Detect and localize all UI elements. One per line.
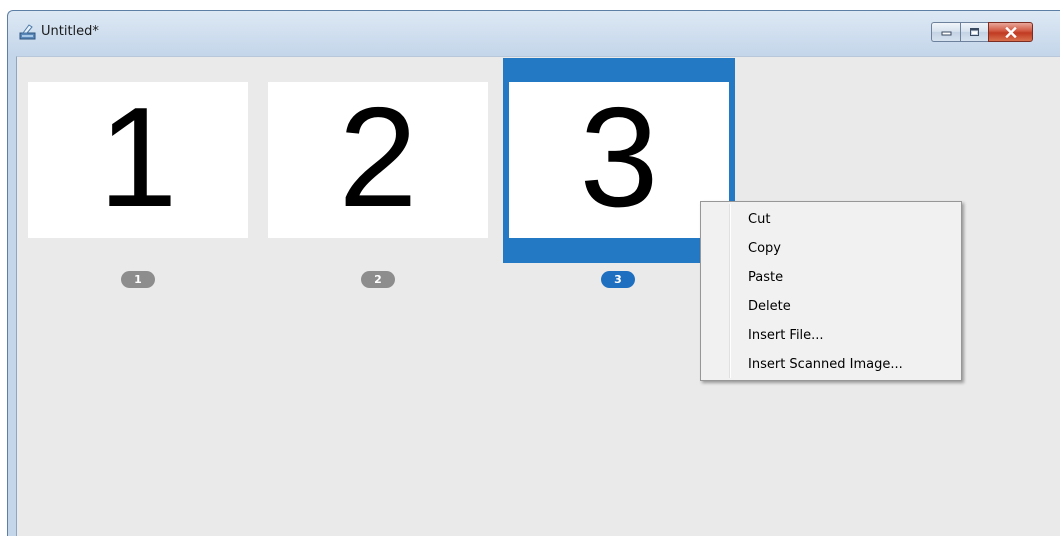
page-number-glyph: 2: [338, 78, 418, 237]
menu-item-cut[interactable]: Cut: [704, 205, 958, 234]
minimize-button[interactable]: [931, 22, 960, 42]
page-thumbnail-3[interactable]: 3: [509, 82, 729, 238]
window-controls: [931, 22, 1033, 42]
page-badge-3: 3: [601, 271, 635, 288]
maximize-button[interactable]: [960, 22, 988, 42]
scanner-app-icon: [19, 24, 36, 40]
page-number-glyph: 1: [98, 78, 178, 237]
menu-item-paste[interactable]: Paste: [704, 263, 958, 292]
page-thumbnail-1[interactable]: 1: [28, 82, 248, 238]
menu-item-copy[interactable]: Copy: [704, 234, 958, 263]
context-menu: Cut Copy Paste Delete Insert File... Ins…: [700, 201, 962, 381]
close-button[interactable]: [988, 22, 1033, 42]
window-title: Untitled*: [41, 24, 99, 39]
maximize-icon: [970, 28, 979, 36]
menu-item-insert-file[interactable]: Insert File...: [704, 321, 958, 350]
menu-item-delete[interactable]: Delete: [704, 292, 958, 321]
page-number-glyph: 3: [579, 78, 659, 237]
title-bar[interactable]: Untitled*: [8, 11, 1060, 56]
page-badge-1: 1: [121, 271, 155, 288]
close-icon: [1004, 26, 1017, 38]
minimize-icon: [941, 31, 951, 36]
page-badge-2: 2: [361, 271, 395, 288]
page-thumbnail-2[interactable]: 2: [268, 82, 488, 238]
menu-item-insert-scanned-image[interactable]: Insert Scanned Image...: [704, 350, 958, 379]
